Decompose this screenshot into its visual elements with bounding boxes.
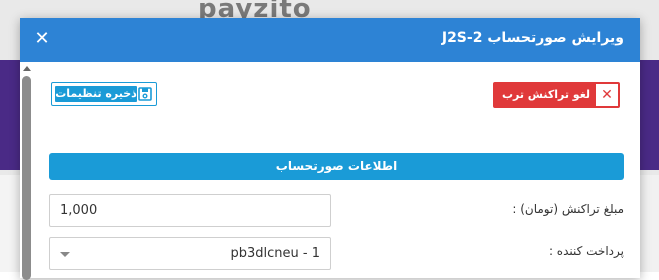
scroll-thumb[interactable]	[22, 76, 31, 280]
background-panel-left	[0, 175, 20, 272]
cancel-transaction-label: لغو تراکنش ترب پی	[501, 88, 591, 117]
edit-invoice-modal: ویرایش صورتحساب J2S-2 ✕ ذخیره تنظیمات لغ…	[20, 18, 640, 280]
floppy-disk-icon	[138, 87, 152, 101]
amount-input[interactable]	[49, 194, 331, 227]
scroll-up-arrow-icon[interactable]	[23, 66, 31, 71]
close-icon[interactable]: ✕	[34, 30, 50, 48]
cancel-transaction-button[interactable]: لغو تراکنش ترب پی ✕	[493, 82, 620, 117]
save-settings-button[interactable]: ذخیره تنظیمات	[51, 82, 157, 106]
amount-label: مبلغ تراکنش (تومان) :	[512, 202, 624, 216]
payer-label: پرداخت کننده :	[548, 244, 624, 258]
chevron-down-icon	[60, 252, 70, 257]
cancel-x-icon: ✕	[596, 84, 618, 106]
modal-title: ویرایش صورتحساب J2S-2	[441, 30, 624, 46]
payer-select[interactable]: pb3dlcneu - 1	[49, 237, 331, 270]
save-settings-label: ذخیره تنظیمات	[55, 86, 137, 102]
payer-selected-value: pb3dlcneu - 1	[230, 246, 321, 261]
modal-scrollbar[interactable]	[22, 66, 32, 280]
modal-header: ویرایش صورتحساب J2S-2 ✕	[20, 18, 640, 62]
invoice-info-section-header: اطلاعات صورتحساب	[49, 153, 624, 180]
